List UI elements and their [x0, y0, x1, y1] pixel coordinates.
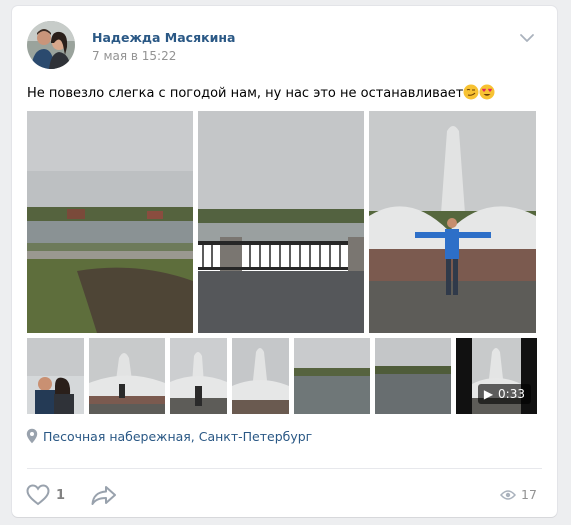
post-text-body: Не повезло слегка с погодой нам, ну нас …: [27, 86, 464, 101]
location-text[interactable]: Песочная набережная, Санкт-Петербург: [43, 429, 312, 444]
post-card: Надежда Масякина 7 мая в 15:22 Не повезл…: [12, 6, 557, 517]
post-date[interactable]: 7 мая в 15:22: [92, 49, 176, 63]
thumb-fountain-woman-1[interactable]: [89, 338, 165, 414]
thumb-lake-1[interactable]: [294, 338, 370, 414]
views-count: 17: [521, 487, 537, 502]
location-pin-icon: [26, 428, 38, 444]
like-count: 1: [56, 487, 66, 503]
views-counter: 17: [500, 487, 537, 502]
thumb-lake-2[interactable]: [375, 338, 451, 414]
author-name[interactable]: Надежда Масякина: [92, 30, 235, 45]
share-arrow-icon: [91, 486, 116, 505]
video-duration-badge: ▶ 0:33: [477, 384, 531, 404]
heart-icon: [26, 484, 50, 506]
share-button[interactable]: [91, 485, 117, 509]
photo-embankment-railing[interactable]: [198, 111, 364, 333]
divider: [27, 468, 542, 469]
thumb-fountain[interactable]: [232, 338, 289, 414]
heart-eyes-face-icon: [479, 84, 495, 100]
smirk-face-icon: [463, 84, 479, 100]
author-avatar[interactable]: [27, 21, 75, 69]
thumb-fountain-couple[interactable]: [27, 338, 84, 414]
like-button[interactable]: 1: [26, 484, 65, 506]
photo-lake-shore[interactable]: [27, 111, 193, 333]
video-duration: 0:33: [498, 387, 525, 401]
thumb-video-fountain[interactable]: ▶ 0:33: [456, 338, 537, 414]
post-location[interactable]: Песочная набережная, Санкт-Петербург: [26, 428, 312, 444]
play-icon: ▶: [483, 387, 494, 401]
post-text: Не повезло слегка с погодой нам, ну нас …: [27, 84, 495, 101]
eye-icon: [500, 489, 516, 500]
chevron-down-icon[interactable]: [519, 32, 535, 44]
thumb-fountain-woman-2[interactable]: [170, 338, 227, 414]
photo-fountain-man[interactable]: [369, 111, 536, 333]
